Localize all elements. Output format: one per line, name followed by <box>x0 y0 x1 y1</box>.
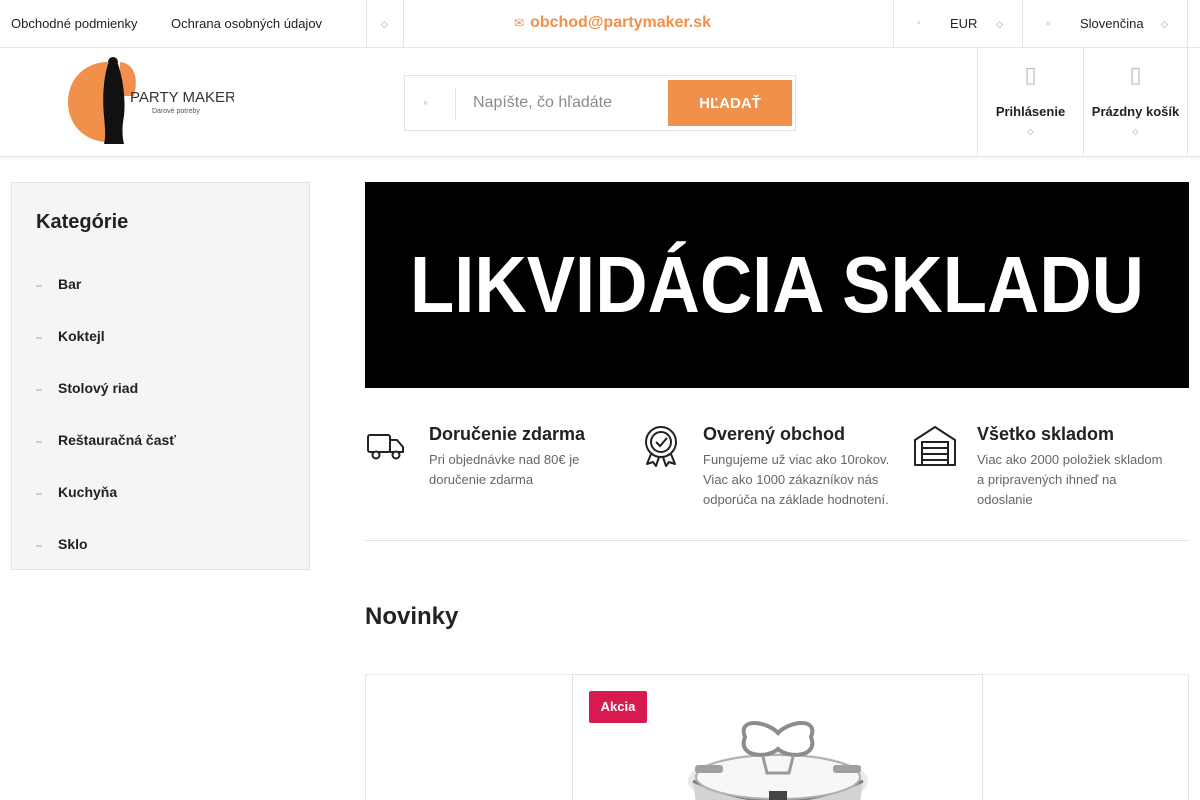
feature-in-stock: Všetko skladom Viac ako 2000 položiek sk… <box>913 424 1189 514</box>
cart-button[interactable]: ▯ Prázdny košík ◇ <box>1084 48 1187 156</box>
product-card[interactable] <box>365 674 573 800</box>
divider <box>1022 0 1023 48</box>
category-label: Reštauračná časť <box>58 432 176 448</box>
contact-email-link[interactable]: ✉ obchod@partymaker.sk <box>514 14 711 32</box>
divider <box>365 540 1189 541</box>
privacy-link[interactable]: Ochrana osobných údajov <box>171 16 322 31</box>
sale-badge: Akcia <box>589 691 647 723</box>
product-image[interactable] <box>683 711 873 800</box>
search-button[interactable]: HĽADAŤ <box>668 80 792 126</box>
truck-icon <box>367 434 404 460</box>
site-header: PARTY MAKER Darové potreby ◦ HĽADAŤ ▯ Pr… <box>0 48 1200 157</box>
category-label: Sklo <box>58 536 88 552</box>
feature-text: Pri objednávke nad 80€ je doručenie zdar… <box>429 452 580 487</box>
divider <box>455 88 456 120</box>
product-card[interactable] <box>983 674 1189 800</box>
top-bar: Obchodné podmienky Ochrana osobných údaj… <box>0 0 1200 48</box>
divider <box>403 0 404 48</box>
feature-text: Fungujeme už viac ako 10rokov. Viac ako … <box>703 452 890 507</box>
category-sklo[interactable]: Sklo <box>36 536 88 552</box>
user-icon: ▯ <box>1024 62 1037 87</box>
chevron-down-icon: ◇ <box>1027 127 1034 136</box>
bullet-icon <box>36 493 42 495</box>
category-restauracna-cast[interactable]: Reštauračná časť <box>36 432 176 448</box>
cart-icon: ▯ <box>1129 62 1142 87</box>
login-button[interactable]: ▯ Prihlásenie ◇ <box>978 48 1083 156</box>
bullet-icon <box>36 337 42 339</box>
party-maker-logo[interactable]: PARTY MAKER Darové potreby <box>64 56 234 148</box>
chevron-down-icon[interactable]: ◇ <box>996 19 1003 30</box>
banner-text: LIKVIDÁCIA SKLADU <box>410 240 1144 329</box>
category-label: Bar <box>58 276 82 292</box>
feature-free-delivery: Doručenie zdarma Pri objednávke nad 80€ … <box>365 424 625 514</box>
award-badge-icon <box>645 426 677 467</box>
login-label: Prihlásenie <box>995 104 1066 119</box>
category-stolovy-riad[interactable]: Stolový riad <box>36 380 138 396</box>
envelope-icon: ✉ <box>514 16 525 30</box>
divider <box>1187 48 1188 156</box>
bullet-icon <box>36 285 42 287</box>
feature-text: Viac ako 2000 položiek skladom a priprav… <box>977 452 1163 507</box>
logo-tagline: Darové potreby <box>152 108 200 115</box>
category-label: Stolový riad <box>58 380 139 396</box>
contact-email: obchod@partymaker.sk <box>530 14 712 31</box>
globe-icon: ◦ <box>1046 16 1051 30</box>
section-title-novinky: Novinky <box>365 603 459 630</box>
feature-title: Overený obchod <box>703 424 846 444</box>
logo-brand: PARTY MAKER <box>130 89 234 106</box>
bullet-icon <box>36 441 42 443</box>
chevron-down-icon[interactable]: ◇ <box>1161 19 1168 30</box>
feature-verified-shop: Overený obchod Fungujeme už viac ako 10r… <box>639 424 899 514</box>
categories-sidebar: Kategórie Bar Koktejl Stolový riad Rešta… <box>11 182 310 570</box>
cart-label: Prázdny košík <box>1091 104 1180 119</box>
bullet-icon <box>36 545 42 547</box>
chevron-down-icon: ◇ <box>1132 127 1139 136</box>
category-label: Kuchyňa <box>58 484 118 500</box>
category-label: Koktejl <box>58 328 105 344</box>
search-icon[interactable]: ◦ <box>423 94 428 110</box>
currency-icon: ◦ <box>917 17 921 29</box>
feature-title: Všetko skladom <box>977 424 1115 444</box>
category-kuchyna[interactable]: Kuchyňa <box>36 484 117 500</box>
category-koktejl[interactable]: Koktejl <box>36 328 105 344</box>
search-input[interactable] <box>473 92 665 114</box>
language-selector[interactable]: Slovenčina <box>1080 16 1144 31</box>
warehouse-icon <box>914 426 956 466</box>
category-bar[interactable]: Bar <box>36 276 81 292</box>
divider <box>893 0 894 48</box>
product-card[interactable]: Akcia <box>572 674 983 800</box>
chevron-icon[interactable]: ◇ <box>381 19 388 30</box>
promo-banner[interactable]: LIKVIDÁCIA SKLADU <box>365 182 1189 388</box>
feature-title: Doručenie zdarma <box>429 424 586 444</box>
terms-link[interactable]: Obchodné podmienky <box>11 16 137 31</box>
divider <box>366 0 367 48</box>
currency-selector[interactable]: EUR <box>950 16 977 31</box>
divider <box>1187 0 1188 48</box>
sidebar-title: Kategórie <box>36 211 129 233</box>
bullet-icon <box>36 389 42 391</box>
search-bar: ◦ HĽADAŤ <box>404 75 796 131</box>
